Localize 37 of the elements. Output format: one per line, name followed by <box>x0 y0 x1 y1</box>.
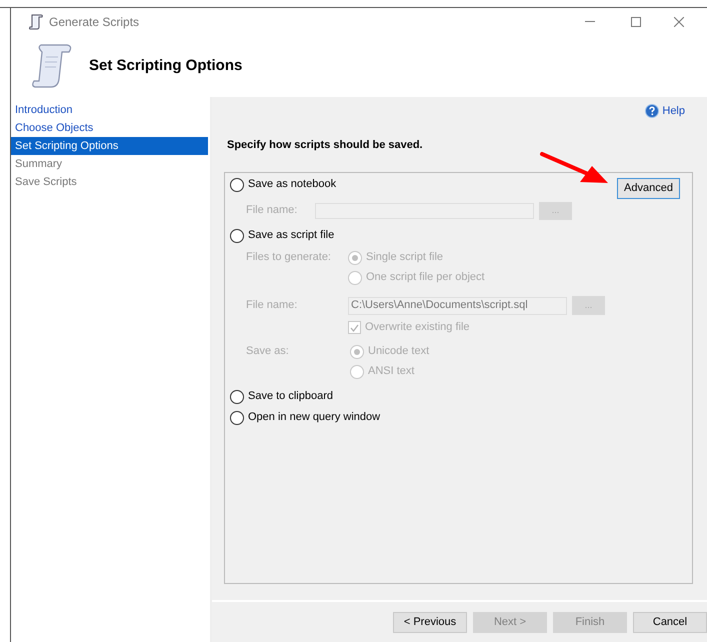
scroll-icon <box>29 14 43 30</box>
option-label: One script file per object <box>366 270 485 286</box>
nav-item[interactable]: Choose Objects <box>11 119 208 137</box>
radio-button[interactable] <box>230 178 244 192</box>
help-icon <box>645 104 660 118</box>
option-label: Single script file <box>366 250 444 266</box>
field-label: File name: <box>246 298 298 314</box>
radio-button[interactable] <box>230 228 244 242</box>
wizard-button[interactable]: < Previous <box>393 612 467 632</box>
nav-item[interactable]: Set Scripting Options <box>11 137 208 155</box>
field-label: File name: <box>246 203 298 218</box>
option-label: Unicode text <box>368 344 430 360</box>
option-label: Save as script file <box>248 228 334 244</box>
check-icon <box>350 324 359 332</box>
radio-button[interactable] <box>230 410 244 424</box>
minimize-icon <box>585 21 595 22</box>
file-name-field[interactable]: C:\Users\Anne\Documents\script.sql <box>348 296 567 314</box>
maximize-icon <box>631 16 641 26</box>
instruction-text: Specify how scripts should be saved. <box>227 138 424 153</box>
radio-button[interactable] <box>230 390 244 404</box>
option-label: Save as notebook <box>248 177 336 192</box>
option-label: ANSI text <box>368 364 414 380</box>
option-label: Save to clipboard <box>248 389 333 404</box>
close-icon <box>674 16 684 26</box>
annotation-arrow <box>540 150 610 186</box>
checkbox[interactable] <box>348 321 361 334</box>
help-link[interactable]: Help <box>662 102 685 120</box>
wizard-button[interactable]: Cancel <box>633 612 707 632</box>
nav-item[interactable]: Introduction <box>11 101 208 119</box>
option-label: Open in new query window <box>248 410 380 426</box>
scroll-icon <box>31 43 73 89</box>
option-label: Overwrite existing file <box>365 320 470 336</box>
advanced-button[interactable]: Advanced <box>617 178 680 198</box>
page-title: Set Scripting Options <box>89 56 242 76</box>
field-label: Files to generate: <box>246 250 332 266</box>
window-title: Generate Scripts <box>49 14 140 30</box>
field-label: Save as: <box>246 344 290 360</box>
